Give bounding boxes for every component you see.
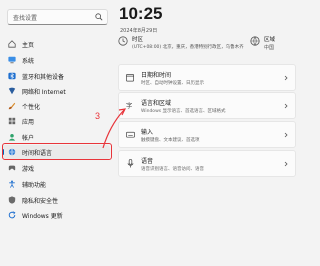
region-value: 中国 — [264, 45, 275, 51]
svg-text:字: 字 — [126, 101, 132, 109]
network-icon — [8, 87, 16, 95]
card-title: 输入 — [141, 128, 154, 136]
search-input[interactable]: 查找设置 — [7, 9, 108, 25]
sidebar-item-personalization[interactable]: 个性化 — [2, 99, 110, 113]
sidebar-item-label: 应用 — [22, 118, 35, 126]
annotation-highlight-box — [2, 143, 112, 160]
sidebar-item-network[interactable]: 网络和 Internet — [2, 84, 110, 98]
globe-icon — [250, 36, 260, 46]
brush-icon — [8, 102, 16, 110]
shield-icon — [8, 196, 16, 204]
globe-clock-icon — [118, 36, 128, 46]
navigation-pane: 查找设置 主页 系统 蓝牙和其他设备 网络和 Internet 个性化 应用 帐… — [0, 0, 112, 266]
timezone-title: 时区 — [132, 37, 144, 43]
region-title: 区域 — [264, 37, 276, 43]
sidebar-item-bluetooth[interactable]: 蓝牙和其他设备 — [2, 69, 110, 83]
chevron-right-icon — [284, 103, 288, 108]
search-placeholder: 查找设置 — [13, 15, 38, 22]
sidebar-item-label: 主页 — [22, 41, 35, 49]
microphone-icon — [127, 159, 134, 168]
gamepad-icon — [8, 165, 16, 171]
search-icon — [95, 13, 103, 21]
card-title: 日期和时间 — [141, 71, 172, 79]
sidebar-item-label: 网络和 Internet — [22, 88, 66, 96]
sidebar-item-apps[interactable]: 应用 — [2, 114, 110, 128]
bluetooth-icon — [8, 72, 16, 80]
card-input[interactable]: 输入 触摸键盘、文本建议、首选项 — [118, 121, 296, 148]
apps-icon — [8, 117, 16, 125]
chevron-right-icon — [284, 161, 288, 166]
sidebar-item-label: 隐私和安全性 — [22, 197, 59, 205]
card-speech[interactable]: 语音 语音识别语言、语音访问、语音 — [118, 150, 296, 177]
content-pane: 10:25 2024年8月29日 时区 (UTC+08:00) 北京，重庆，香港… — [112, 0, 300, 266]
language-icon: 字 — [126, 101, 132, 109]
region-summary: 区域 中国 — [250, 35, 275, 51]
home-icon — [8, 40, 16, 48]
sidebar-item-label: 系统 — [22, 57, 35, 65]
sidebar-item-system[interactable]: 系统 — [2, 53, 110, 67]
sidebar-item-accessibility[interactable]: 辅助功能 — [2, 177, 110, 191]
sidebar-item-label: 辅助功能 — [22, 181, 47, 189]
sidebar-item-label: 个性化 — [22, 103, 41, 111]
sidebar-item-home[interactable]: 主页 — [2, 37, 110, 51]
card-date-time[interactable]: 日期和时间 时区、自动时钟设置、日历显示 — [118, 64, 296, 91]
update-icon — [8, 211, 16, 219]
card-title: 语音 — [141, 157, 154, 165]
sidebar-item-gaming[interactable]: 游戏 — [2, 161, 110, 175]
card-title: 语言和区域 — [141, 99, 172, 107]
card-subtitle: 时区、自动时钟设置、日历显示 — [141, 80, 204, 86]
chevron-right-icon — [284, 132, 288, 137]
keyboard-icon — [126, 131, 135, 138]
annotation-step-number: 3 — [95, 111, 101, 121]
accessibility-icon — [9, 180, 15, 188]
current-time: 10:25 — [119, 4, 163, 23]
sidebar-item-privacy[interactable]: 隐私和安全性 — [2, 193, 110, 207]
account-icon — [8, 134, 16, 141]
timezone-summary: 时区 (UTC+08:00) 北京，重庆，香港特别行政区，乌鲁木齐 — [118, 35, 244, 50]
sidebar-item-windows-update[interactable]: Windows 更新 — [2, 208, 110, 222]
sidebar-item-label: 帐户 — [22, 134, 35, 142]
monitor-icon — [8, 56, 16, 64]
card-subtitle: 语音识别语言、语音访问、语音 — [141, 166, 204, 172]
sidebar-item-label: 蓝牙和其他设备 — [22, 73, 65, 81]
card-subtitle: 触摸键盘、文本建议、首选项 — [141, 137, 200, 143]
calendar-clock-icon — [126, 73, 135, 82]
card-language-region[interactable]: 字 语言和区域 Windows 显示语言、首选语言、区域格式 — [118, 92, 296, 119]
card-subtitle: Windows 显示语言、首选语言、区域格式 — [141, 108, 226, 114]
chevron-right-icon — [284, 75, 288, 80]
sidebar-item-label: Windows 更新 — [22, 212, 63, 220]
current-date: 2024年8月29日 — [120, 28, 158, 34]
timezone-value: (UTC+08:00) 北京，重庆，香港特别行政区，乌鲁木齐 — [132, 45, 244, 50]
sidebar-item-label: 游戏 — [22, 165, 35, 173]
sidebar-item-accounts[interactable]: 帐户 — [2, 130, 110, 144]
